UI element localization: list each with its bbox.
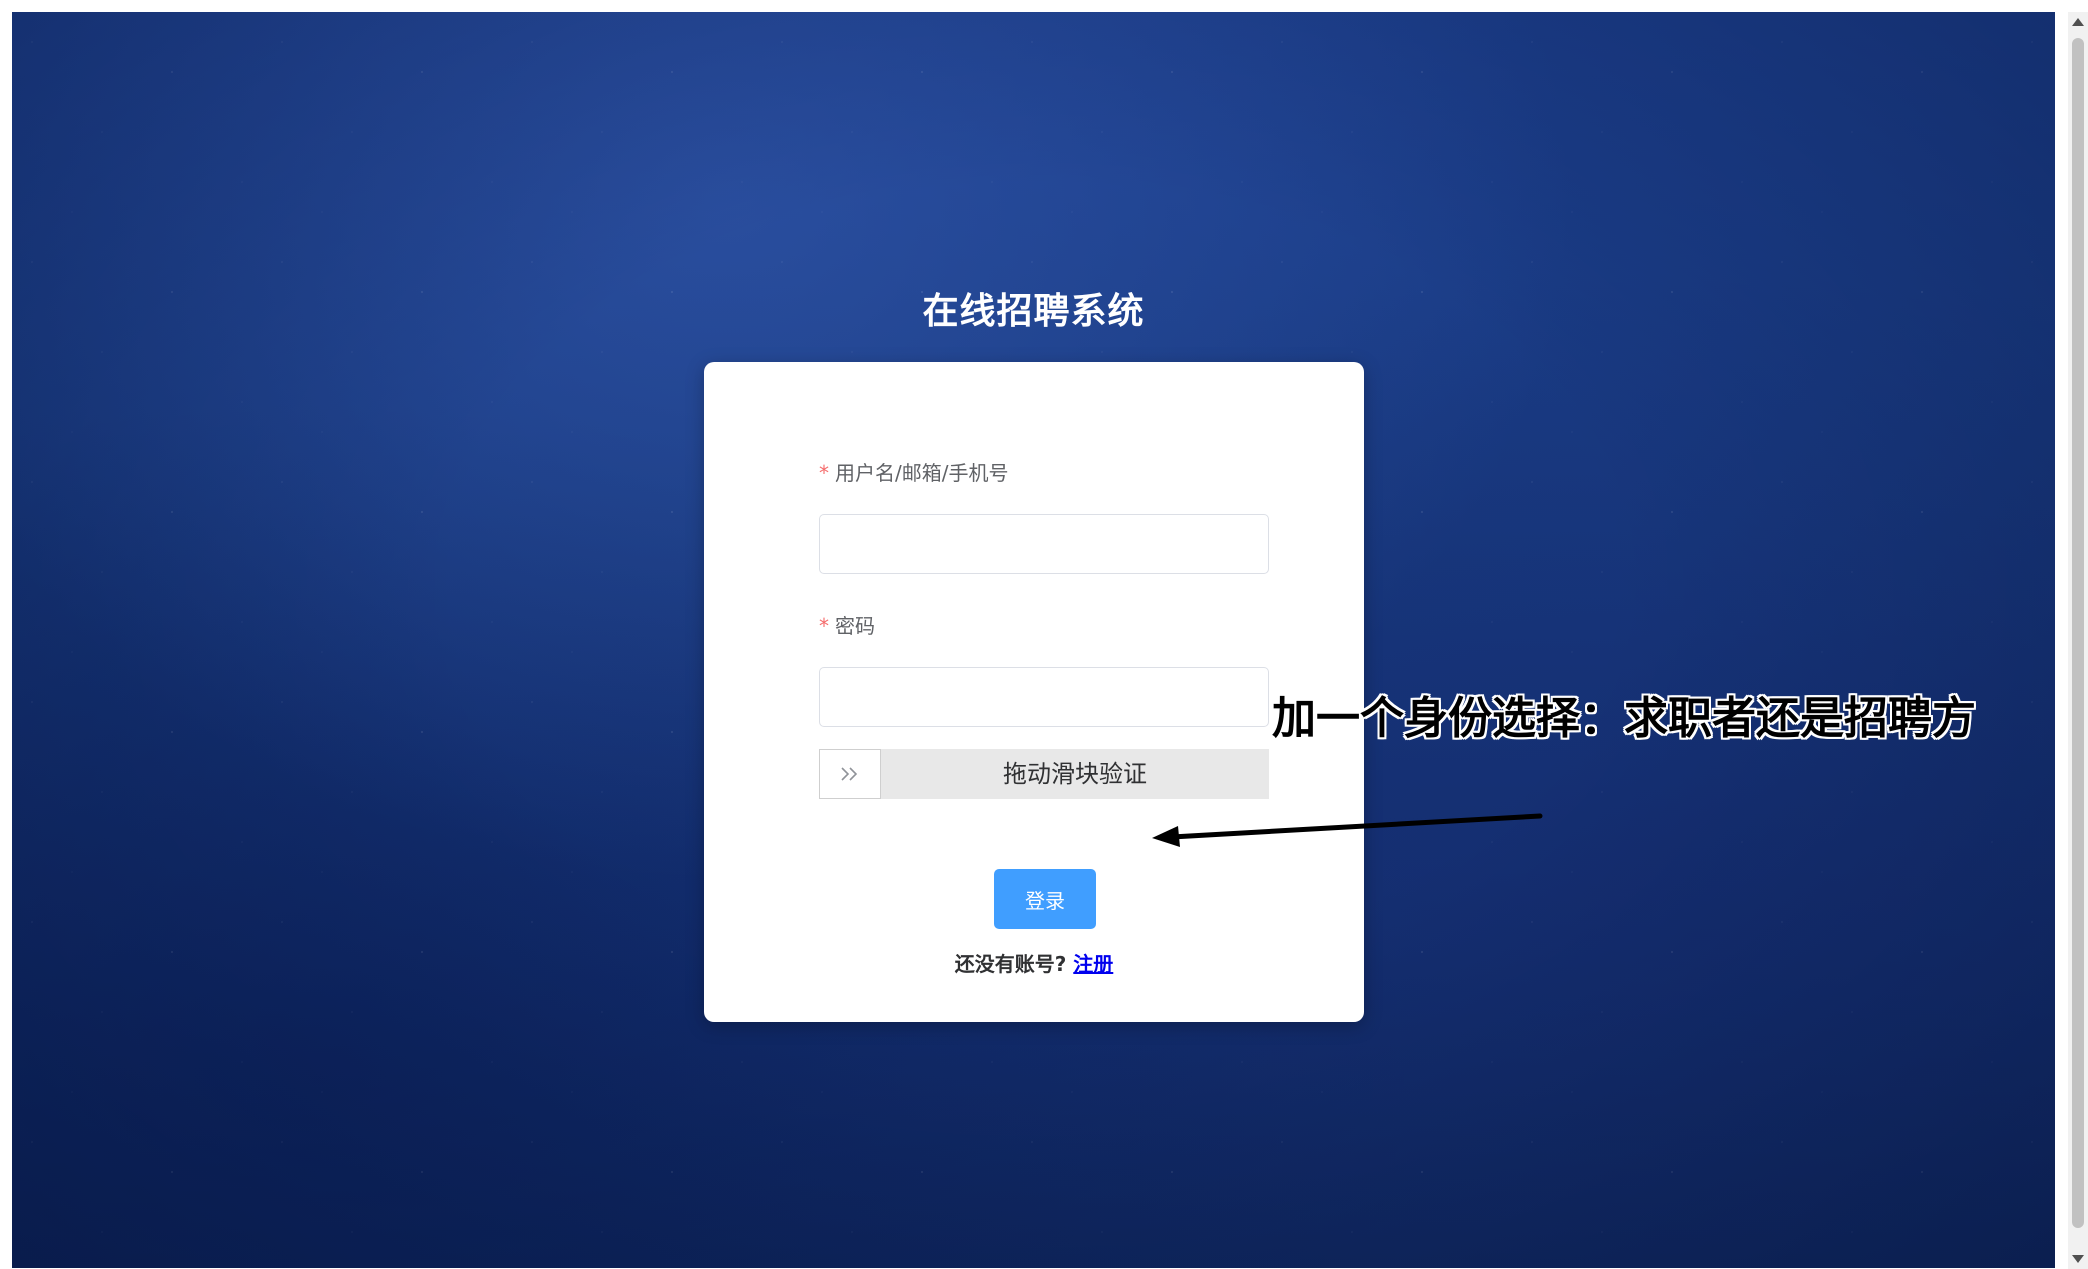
username-input[interactable] [819,514,1269,574]
password-input[interactable] [819,667,1269,727]
required-star: * [819,614,829,638]
annotation-arrow-icon [1152,813,1543,847]
scroll-down-icon[interactable] [2072,1255,2084,1263]
register-link[interactable]: 注册 [1073,952,1113,976]
page-background: 在线招聘系统 * 用户名/邮箱/手机号 * 密码 拖动滑块验证 登录 还没有账号? … [12,12,2055,1268]
password-label-text: 密码 [835,614,875,638]
slider-handle[interactable] [819,749,881,799]
double-chevron-right-icon [841,767,858,781]
password-label: * 密码 [819,610,875,639]
login-button[interactable]: 登录 [994,869,1096,929]
register-prompt: 还没有账号? [954,952,1067,976]
slider-captcha[interactable]: 拖动滑块验证 [819,749,1269,799]
slider-hint-text: 拖动滑块验证 [1003,760,1147,788]
register-row: 还没有账号? 注册 [704,948,1364,977]
username-label: * 用户名/邮箱/手机号 [819,457,1008,486]
login-card: * 用户名/邮箱/手机号 * 密码 拖动滑块验证 登录 还没有账号? 注册 [704,362,1364,1022]
username-label-text: 用户名/邮箱/手机号 [835,461,1009,485]
required-star: * [819,461,829,485]
scrollbar-thumb[interactable] [2072,38,2084,1228]
scroll-up-icon[interactable] [2072,18,2084,26]
annotation-text: 加一个身份选择：求职者还是招聘方 [1272,693,1976,744]
vertical-scrollbar[interactable] [2068,12,2088,1269]
app-title: 在线招聘系统 [922,291,1145,332]
